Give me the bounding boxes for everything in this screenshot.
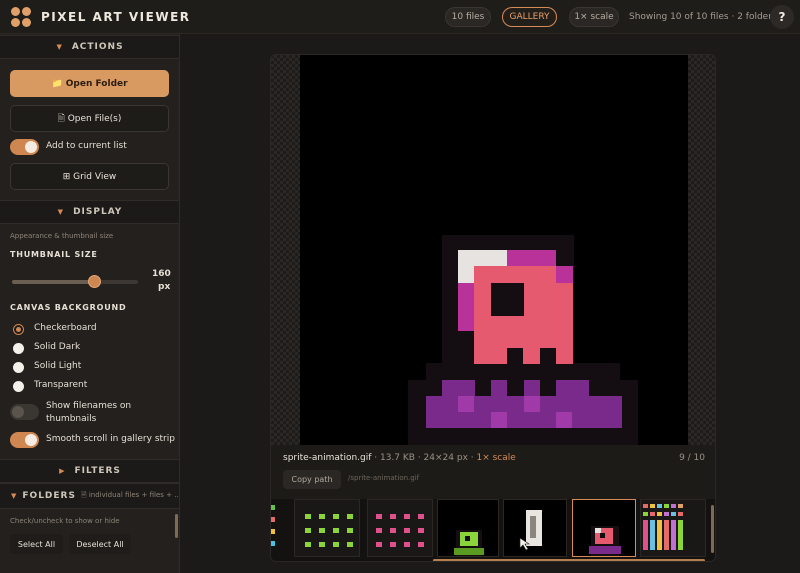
bg-option-solid-light: Solid Light	[34, 361, 82, 371]
gallery-scrollbar-vertical[interactable]	[711, 505, 714, 553]
thumbnail-size-unit: px	[158, 282, 171, 292]
display-section-header[interactable]: ▼ DISPLAY	[0, 200, 179, 224]
bg-radio-solid-dark[interactable]	[13, 343, 24, 354]
display-title: DISPLAY	[73, 207, 123, 217]
thumbnail-size-value: 160	[152, 269, 171, 279]
slider-handle[interactable]	[87, 275, 101, 288]
deselect-all-button[interactable]: Deselect All	[69, 534, 131, 554]
actions-section-header[interactable]: ▼ ACTIONS	[0, 35, 179, 59]
bg-radio-transparent[interactable]	[13, 381, 24, 392]
bg-option-checkerboard: Checkerboard	[34, 323, 97, 333]
thumbnail-green-sprites[interactable]	[294, 499, 360, 557]
bg-radio-solid-light[interactable]	[13, 362, 24, 373]
select-all-button[interactable]: Select All	[10, 534, 63, 554]
thumbnail-tileset[interactable]	[640, 499, 706, 557]
folders-subtitle: 🗎 individual files + files + ...	[80, 490, 180, 499]
filters-title: FILTERS	[74, 466, 121, 476]
copy-path-button[interactable]: Copy path	[283, 470, 341, 489]
check-hint: Check/uncheck to show or hide	[10, 517, 120, 525]
image-counter: 9 / 10	[679, 453, 705, 463]
help-button[interactable]: ?	[770, 5, 794, 29]
gallery-scrollbar-horizontal[interactable]	[433, 559, 705, 561]
add-to-list-label: Add to current list	[46, 141, 127, 151]
gallery-mode-pill[interactable]: GALLERY	[502, 7, 557, 27]
open-files-button[interactable]: 🗎 Open File(s)	[10, 105, 169, 132]
sidebar: ▼ ACTIONS 📁 Open Folder 🗎 Open File(s) A…	[0, 34, 180, 573]
thumbnail-gray-figure[interactable]	[503, 499, 567, 557]
image-canvas[interactable]	[300, 55, 688, 445]
showing-status: Showing 10 of 10 files · 2 folders	[629, 12, 777, 22]
app-logo-icon	[11, 7, 31, 27]
bg-option-solid-dark: Solid Dark	[34, 342, 81, 352]
folders-title: FOLDERS	[22, 491, 76, 501]
add-to-list-toggle[interactable]	[10, 139, 39, 155]
folders-scrollbar[interactable]	[175, 514, 178, 538]
thumbnail-size-slider[interactable]	[12, 275, 138, 288]
collapse-triangle-icon: ▼	[11, 492, 18, 500]
open-folder-button[interactable]: 📁 Open Folder	[10, 70, 169, 97]
smooth-scroll-label: Smooth scroll in gallery strip	[46, 434, 175, 444]
show-filenames-label-line2: thumbnails	[46, 414, 97, 424]
collapse-triangle-icon: ▼	[57, 208, 65, 216]
scale-pill[interactable]: 1× scale	[569, 7, 619, 27]
app-title: PIXEL ART VIEWER	[41, 10, 191, 24]
image-info-line: sprite-animation.gif · 13.7 KB · 24×24 p…	[283, 453, 516, 463]
bg-option-transparent: Transparent	[34, 380, 88, 390]
gallery-strip[interactable]	[271, 499, 715, 561]
folders-section-header[interactable]: ▼ FOLDERS 🗎 individual files + files + .…	[0, 483, 180, 509]
image-path: /sprite-animation.gif	[348, 474, 420, 482]
canvas-background-label: CANVAS BACKGROUND	[10, 303, 127, 312]
bg-radio-checkerboard[interactable]	[13, 324, 24, 335]
collapse-triangle-icon: ▼	[56, 43, 63, 51]
smooth-scroll-toggle[interactable]	[10, 432, 39, 448]
show-filenames-label-line1: Show filenames on	[46, 401, 132, 411]
sprite-image	[408, 235, 638, 445]
files-count-pill[interactable]: 10 files	[445, 7, 491, 27]
image-scale: 1× scale	[476, 453, 516, 463]
sprite-pixels	[408, 235, 638, 445]
thumbnail-green-skull[interactable]	[437, 499, 499, 557]
image-info-bar: sprite-animation.gif · 13.7 KB · 24×24 p…	[271, 445, 715, 499]
viewer-panel: sprite-animation.gif · 13.7 KB · 24×24 p…	[270, 54, 716, 562]
thumbnail-pink-skull-selected[interactable]	[572, 499, 636, 557]
display-subtitle: Appearance & thumbnail size	[10, 232, 114, 240]
image-filename: sprite-animation.gif	[283, 453, 372, 463]
thumbnail-pink-sprites[interactable]	[367, 499, 433, 557]
thumbnail-size-label: THUMBNAIL SIZE	[10, 250, 98, 259]
top-bar: PIXEL ART VIEWER 10 files GALLERY 1× sca…	[0, 0, 800, 34]
actions-title: ACTIONS	[71, 42, 124, 52]
filters-section-header[interactable]: ▶ FILTERS	[0, 459, 179, 483]
show-filenames-toggle[interactable]	[10, 404, 39, 420]
thumbnail-partial[interactable]	[271, 499, 279, 557]
expand-triangle-icon: ▶	[59, 467, 66, 475]
grid-view-button[interactable]: ⊞ Grid View	[10, 163, 169, 190]
image-meta: · 13.7 KB · 24×24 px ·	[371, 453, 477, 463]
